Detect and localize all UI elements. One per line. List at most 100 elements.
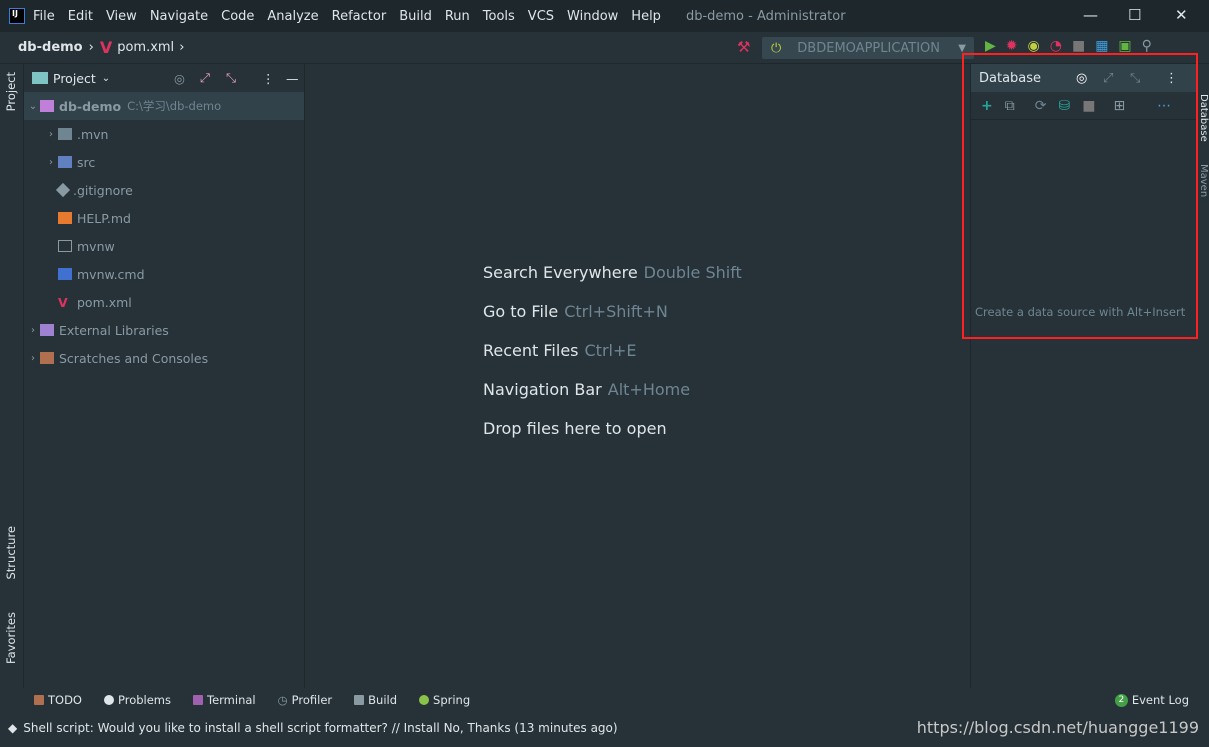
cmd-icon: [58, 268, 72, 280]
tree-item[interactable]: › Scratches and Consoles: [24, 344, 304, 372]
app-logo: IJ: [9, 8, 25, 24]
more-options-icon[interactable]: ⋮: [262, 71, 275, 86]
tool-profiler[interactable]: ◷ Profiler: [278, 693, 333, 707]
tool-todo[interactable]: TODO: [34, 693, 82, 707]
tree-item[interactable]: Vpom.xml: [24, 288, 304, 316]
tree-item[interactable]: .gitignore: [24, 176, 304, 204]
status-message[interactable]: Shell script: Would you like to install …: [23, 721, 617, 735]
highlight-box: [962, 53, 1198, 339]
title-bar: IJ File Edit View Navigate Code Analyze Refact…: [0, 0, 1209, 32]
hide-panel-icon[interactable]: —: [286, 71, 299, 86]
expand-all-icon[interactable]: ⤢: [200, 70, 210, 86]
breadcrumb-project[interactable]: db-demo: [18, 40, 83, 55]
profiler-icon: ◷: [277, 693, 288, 707]
run-icon[interactable]: ▶: [985, 38, 996, 54]
stop-icon[interactable]: ■: [1072, 38, 1085, 54]
tab-maven[interactable]: Maven: [1198, 164, 1209, 197]
menu-edit[interactable]: Edit: [68, 9, 93, 24]
menu-analyze[interactable]: Analyze: [267, 9, 318, 24]
library-icon: [40, 324, 54, 336]
terminal-icon[interactable]: ▣: [1118, 38, 1131, 54]
menu-help[interactable]: Help: [631, 9, 661, 24]
menu-code[interactable]: Code: [221, 9, 254, 24]
build-icon: [354, 695, 365, 705]
build-hammer-icon[interactable]: ⚒: [737, 38, 750, 56]
profiler-icon[interactable]: ◔: [1050, 38, 1062, 54]
tree-item[interactable]: HELP.md: [24, 204, 304, 232]
menu-build[interactable]: Build: [399, 9, 432, 24]
locate-icon[interactable]: ◎: [174, 71, 185, 86]
terminal-icon: [193, 695, 203, 705]
text-file-icon: [58, 240, 72, 252]
maven-icon: V: [99, 38, 113, 57]
tree-item[interactable]: › .mvn: [24, 120, 304, 148]
search-icon[interactable]: ⚲: [1142, 38, 1152, 54]
minimize-icon[interactable]: —: [1083, 6, 1098, 24]
menu-bar: File Edit View Navigate Code Analyze Refactor B…: [33, 8, 674, 24]
watermark: https://blog.csdn.net/huangge1199: [916, 718, 1199, 737]
source-folder-icon: [58, 156, 72, 168]
menu-navigate[interactable]: Navigate: [150, 9, 208, 24]
maximize-icon[interactable]: ☐: [1128, 6, 1141, 24]
hint-recent-files: Recent Files Ctrl+E: [483, 341, 637, 360]
chevron-down-icon: ▼: [958, 42, 966, 54]
folder-icon: [58, 128, 72, 140]
menu-file[interactable]: File: [33, 9, 55, 24]
tool-terminal[interactable]: Terminal: [193, 693, 256, 707]
tab-favorites[interactable]: Favorites: [4, 612, 18, 664]
right-tool-stripe: Database Maven: [1198, 64, 1209, 688]
hint-go-to-file: Go to File Ctrl+Shift+N: [483, 302, 668, 321]
tool-spring[interactable]: Spring: [419, 693, 470, 707]
event-count-badge: 2: [1114, 693, 1128, 707]
project-view-select[interactable]: Project: [53, 71, 96, 86]
tool-problems[interactable]: Problems: [103, 693, 171, 707]
run-config-label: DBDEMOAPPLICATION: [797, 40, 941, 56]
tree-root[interactable]: ⌄ db-demo C:\学习\db-demo: [24, 92, 304, 120]
editor-empty-state: Search Everywhere Double Shift Go to File…: [305, 64, 970, 688]
tab-database[interactable]: Database: [1198, 94, 1209, 142]
breadcrumb-file[interactable]: pom.xml: [117, 40, 174, 55]
scratches-icon: [40, 352, 54, 364]
collapse-all-icon[interactable]: ⤡: [226, 70, 236, 86]
coverage-icon[interactable]: ◉: [1028, 38, 1040, 54]
tab-project[interactable]: Project: [4, 72, 18, 111]
git-icon: [55, 182, 71, 198]
left-tool-stripe: Project Structure Favorites: [0, 64, 24, 688]
run-toolbar: ▶ ✹ ◉ ◔ ■ ▦ ▣ ⚲: [985, 38, 1152, 54]
hint-navigation-bar: Navigation Bar Alt+Home: [483, 380, 691, 399]
menu-vcs[interactable]: VCS: [528, 9, 554, 24]
menu-window[interactable]: Window: [567, 9, 618, 24]
tree-item[interactable]: › External Libraries: [24, 316, 304, 344]
notification-icon: ◆: [8, 721, 18, 735]
project-panel-header: Project ⌄ ◎ ⤢ ⤡ ⋮ —: [24, 64, 304, 92]
hint-drop-files: Drop files here to open: [483, 419, 667, 438]
window-title: db-demo - Administrator: [685, 8, 846, 24]
module-folder-icon: [40, 100, 54, 112]
close-icon[interactable]: ✕: [1175, 6, 1188, 24]
power-icon: ⏻: [771, 40, 782, 56]
bottom-tool-bar: TODO Problems Terminal ◷ Profiler Build S…: [24, 688, 1209, 712]
tree-item[interactable]: mvnw.cmd: [24, 260, 304, 288]
project-structure-icon[interactable]: ▦: [1095, 38, 1108, 54]
tab-structure[interactable]: Structure: [4, 526, 18, 580]
debug-icon[interactable]: ✹: [1006, 38, 1018, 54]
menu-tools[interactable]: Tools: [483, 9, 515, 24]
folder-icon: [32, 72, 48, 84]
chevron-down-icon[interactable]: ⌄: [102, 73, 110, 84]
project-panel: Project ⌄ ◎ ⤢ ⤡ ⋮ — ⌄ db-demo C:\学习\db-d…: [24, 64, 305, 688]
menu-refactor[interactable]: Refactor: [332, 9, 387, 24]
tool-build[interactable]: Build: [354, 693, 397, 707]
problems-icon: [103, 695, 114, 705]
maven-icon: V: [58, 294, 68, 310]
markdown-icon: [58, 212, 72, 224]
spring-icon: [419, 695, 430, 705]
tree-item[interactable]: mvnw: [24, 232, 304, 260]
run-configuration-select[interactable]: ⏻ DBDEMOAPPLICATION ▼: [762, 37, 974, 59]
tree-item[interactable]: › src: [24, 148, 304, 176]
event-log-button[interactable]: 2 Event Log: [1114, 693, 1189, 707]
project-tree: ⌄ db-demo C:\学习\db-demo › .mvn › src .giti…: [24, 92, 304, 372]
menu-run[interactable]: Run: [445, 9, 470, 24]
hint-search-everywhere: Search Everywhere Double Shift: [483, 263, 742, 282]
todo-icon: [34, 695, 44, 705]
menu-view[interactable]: View: [106, 9, 137, 24]
